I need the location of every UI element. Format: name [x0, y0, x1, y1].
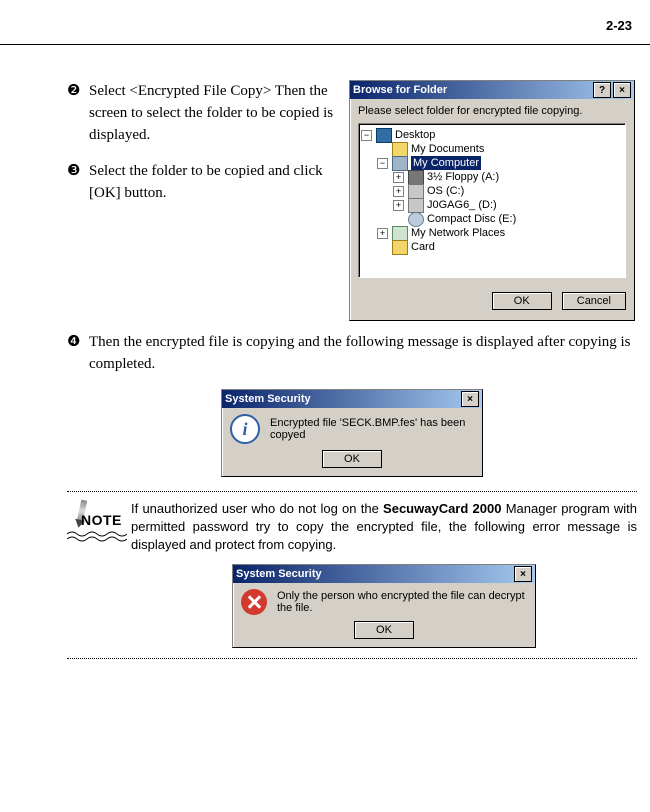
tree-label[interactable]: My Network Places: [411, 226, 505, 240]
error-message-dialog: System Security × Only the person who en…: [232, 564, 536, 648]
tree-label-selected[interactable]: My Computer: [411, 156, 481, 170]
close-button[interactable]: ×: [461, 391, 479, 407]
dialog-title: System Security: [236, 568, 322, 580]
note-label: NOTE: [81, 512, 122, 528]
note-separator-bottom: [67, 658, 637, 659]
floppy-icon: [408, 170, 424, 185]
step-4: ❹ Then the encrypted file is copying and…: [67, 331, 637, 375]
folder-icon: [392, 142, 408, 157]
info-icon: [230, 414, 260, 444]
dialog-titlebar: Browse for Folder ? ×: [350, 81, 634, 99]
tree-label[interactable]: My Documents: [411, 142, 484, 156]
note-separator-top: [67, 491, 637, 492]
note-block: NOTE If unauthorized user who do not log…: [67, 500, 637, 554]
note-product-name: SecuwayCard 2000: [383, 501, 501, 516]
tree-label[interactable]: Desktop: [395, 128, 435, 142]
tree-label[interactable]: OS (C:): [427, 184, 464, 198]
dialog-prompt: Please select folder for encrypted file …: [358, 105, 626, 117]
dialog-title: Browse for Folder: [353, 84, 447, 96]
tree-label[interactable]: Card: [411, 240, 435, 254]
dialog-message: Encrypted file 'SECK.BMP.fes' has been c…: [270, 417, 474, 441]
note-text-pre: If unauthorized user who do not log on t…: [131, 501, 383, 516]
step-number: ❹: [67, 331, 89, 353]
step-3: ❸ Select the folder to be copied and cli…: [67, 160, 347, 204]
ok-button[interactable]: OK: [492, 292, 552, 310]
content-area: ❷ Select <Encrypted File Copy> Then the …: [67, 80, 637, 667]
dialog-title: System Security: [225, 393, 311, 405]
folder-icon: [392, 240, 408, 255]
dialog-titlebar: System Security ×: [222, 390, 482, 408]
drive-icon: [408, 184, 424, 199]
tree-label[interactable]: 3½ Floppy (A:): [427, 170, 499, 184]
tree-toggle[interactable]: +: [393, 200, 404, 211]
step-text: Select the folder to be copied and click…: [89, 160, 347, 204]
note-icon: NOTE: [67, 500, 131, 548]
copied-message-dialog: System Security × Encrypted file 'SECK.B…: [221, 389, 483, 477]
tree-label[interactable]: J0GAG6_ (D:): [427, 198, 497, 212]
tree-toggle[interactable]: −: [361, 130, 372, 141]
header-rule: [0, 44, 650, 45]
drive-icon: [408, 198, 424, 213]
step-number: ❷: [67, 80, 89, 102]
step-2: ❷ Select <Encrypted File Copy> Then the …: [67, 80, 347, 146]
error-icon: [241, 589, 267, 615]
cancel-button[interactable]: Cancel: [562, 292, 626, 310]
cd-icon: [408, 212, 424, 227]
step-number: ❸: [67, 160, 89, 182]
close-button[interactable]: ×: [514, 566, 532, 582]
tree-label[interactable]: Compact Disc (E:): [427, 212, 516, 226]
tree-toggle[interactable]: +: [393, 186, 404, 197]
dialog-message: Only the person who encrypted the file c…: [277, 590, 527, 614]
page-number: 2-23: [606, 18, 632, 33]
close-button[interactable]: ×: [613, 82, 631, 98]
ok-button[interactable]: OK: [354, 621, 414, 639]
tree-toggle[interactable]: +: [393, 172, 404, 183]
ok-button[interactable]: OK: [322, 450, 382, 468]
tree-toggle[interactable]: −: [377, 158, 388, 169]
network-places-icon: [392, 226, 408, 241]
step-text: Then the encrypted file is copying and t…: [89, 331, 637, 375]
help-button[interactable]: ?: [593, 82, 611, 98]
folder-tree[interactable]: − Desktop My Documents −: [358, 123, 626, 278]
my-computer-icon: [392, 156, 408, 171]
desktop-icon: [376, 128, 392, 143]
tree-toggle[interactable]: +: [377, 228, 388, 239]
note-text: If unauthorized user who do not log on t…: [131, 500, 637, 554]
browse-for-folder-dialog: Browse for Folder ? × Please select fold…: [349, 80, 635, 321]
dialog-titlebar: System Security ×: [233, 565, 535, 583]
step-text: Select <Encrypted File Copy> Then the sc…: [89, 80, 347, 146]
